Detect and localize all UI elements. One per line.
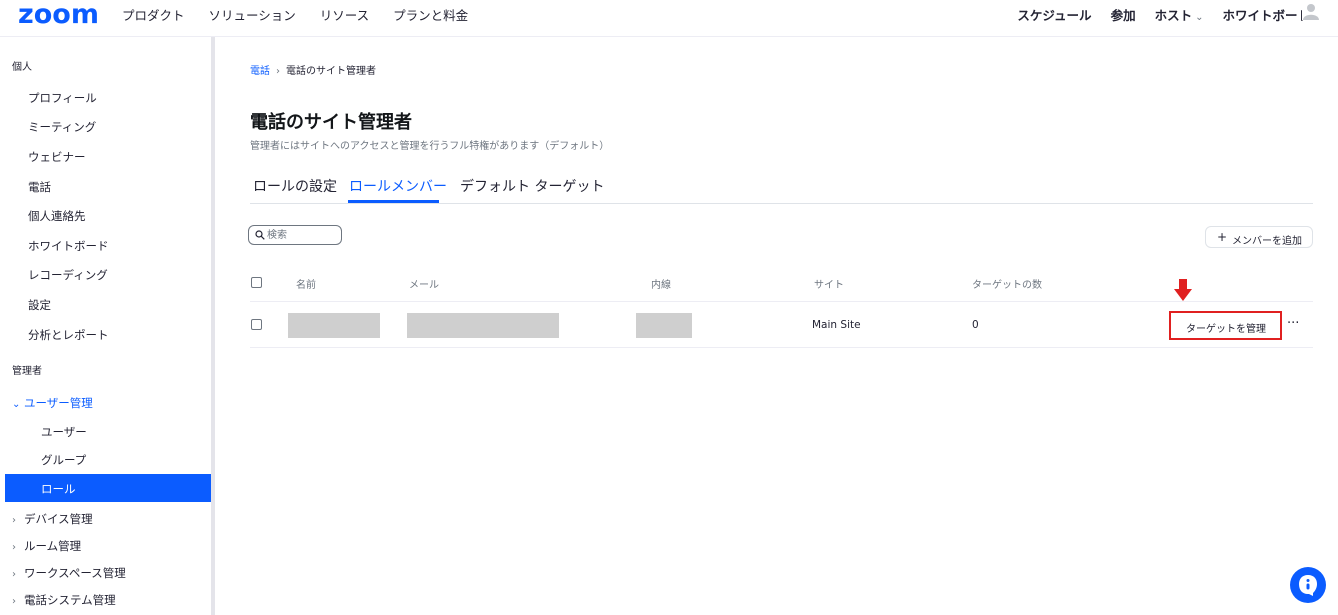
tab-role-settings[interactable]: ロールの設定	[253, 176, 337, 196]
add-member-button[interactable]: + メンバーを追加	[1205, 226, 1313, 248]
nav-host[interactable]: ホスト ⌄	[1155, 5, 1204, 24]
sidebar: 個人 プロフィール ミーティング ウェビナー 電話 個人連絡先 ホワイトボード …	[0, 37, 211, 615]
manage-targets-label: ターゲットを管理	[1186, 324, 1266, 335]
user-avatar-icon[interactable]	[1302, 2, 1320, 20]
tab-default-target[interactable]: デフォルト ターゲット	[460, 176, 604, 196]
zoom-logo[interactable]: zoom	[18, 0, 99, 30]
column-header-site[interactable]: サイト	[814, 276, 844, 291]
sidebar-heading-personal: 個人	[12, 62, 32, 73]
sidebar-item-phone[interactable]: 電話	[28, 179, 51, 195]
tab-bar: ロールの設定 ロールメンバー デフォルト ターゲット	[250, 176, 1313, 204]
sidebar-item-profile[interactable]: プロフィール	[28, 90, 97, 106]
sidebar-item-device-management-label: デバイス管理	[24, 512, 93, 526]
sidebar-item-webinars[interactable]: ウェビナー	[28, 149, 86, 165]
page-description: 管理者にはサイトへのアクセスと管理を行うフル特権があります（デフォルト）	[250, 141, 610, 152]
sidebar-item-device-management[interactable]: › デバイス管理	[12, 511, 93, 527]
breadcrumb-current: 電話のサイト管理者	[286, 66, 376, 77]
sidebar-item-user-management-label: ユーザー管理	[24, 396, 93, 410]
sidebar-scrollbar[interactable]	[211, 37, 215, 615]
sidebar-item-recordings[interactable]: レコーディング	[28, 267, 108, 283]
active-tab-indicator	[348, 200, 439, 203]
chevron-down-icon: ⌄	[1195, 12, 1204, 23]
page-title: 電話のサイト管理者	[250, 112, 412, 133]
chat-support-icon	[1299, 575, 1317, 596]
column-header-name[interactable]: 名前	[296, 276, 316, 291]
redacted-extension	[636, 313, 692, 338]
select-all-checkbox[interactable]	[251, 277, 262, 288]
chevron-right-icon: ›	[12, 596, 16, 607]
nav-solutions[interactable]: ソリューション	[209, 5, 296, 24]
sidebar-item-phone-system-management[interactable]: › 電話システム管理	[12, 592, 116, 608]
cell-target-count: 0	[972, 319, 979, 331]
search-box[interactable]	[248, 225, 342, 245]
chevron-right-icon: ›	[12, 542, 16, 553]
sidebar-item-users[interactable]: ユーザー	[41, 424, 87, 440]
secondary-nav: スケジュール 参加 ホスト ⌄ ホワイトボード	[998, 5, 1310, 24]
redacted-email	[407, 313, 559, 338]
nav-whiteboard[interactable]: ホワイトボード	[1222, 5, 1310, 24]
sidebar-item-meetings[interactable]: ミーティング	[28, 119, 96, 135]
cell-site: Main Site	[812, 319, 861, 331]
chevron-down-icon: ⌄	[12, 399, 21, 410]
sidebar-item-reports[interactable]: 分析とレポート	[28, 327, 109, 343]
nav-resources[interactable]: リソース	[320, 5, 369, 24]
sidebar-item-roles-label: ロール	[41, 482, 76, 496]
search-input[interactable]	[267, 227, 337, 243]
column-header-email[interactable]: メール	[409, 276, 439, 291]
tab-role-members[interactable]: ロールメンバー	[349, 176, 447, 196]
sidebar-item-workspace-management[interactable]: › ワークスペース管理	[12, 565, 126, 581]
chevron-right-icon: ›	[12, 569, 16, 580]
more-options-icon[interactable]: ···	[1287, 316, 1299, 331]
column-header-target-count[interactable]: ターゲットの数	[972, 276, 1042, 291]
sidebar-item-room-management[interactable]: › ルーム管理	[12, 538, 81, 554]
nav-products[interactable]: プロダクト	[122, 5, 185, 24]
sidebar-item-contacts[interactable]: 個人連絡先	[28, 208, 86, 224]
sidebar-item-settings[interactable]: 設定	[28, 297, 51, 313]
sidebar-item-workspace-management-label: ワークスペース管理	[24, 566, 126, 580]
sidebar-item-whiteboards[interactable]: ホワイトボード	[28, 238, 109, 254]
down-arrow-icon	[1174, 279, 1192, 301]
sidebar-heading-admin: 管理者	[12, 366, 42, 377]
table-row-divider	[250, 347, 1313, 348]
nav-pricing[interactable]: プランと料金	[393, 5, 468, 24]
chevron-right-icon: ›	[12, 515, 16, 526]
plus-icon: +	[1217, 230, 1228, 244]
sidebar-item-phone-system-management-label: 電話システム管理	[24, 593, 116, 607]
column-header-extension[interactable]: 内線	[651, 276, 671, 291]
chat-support-button[interactable]	[1290, 567, 1326, 603]
table-header-divider	[250, 301, 1313, 302]
search-icon	[255, 230, 265, 240]
breadcrumb-separator: ›	[276, 66, 280, 77]
sidebar-item-user-management[interactable]: ⌄ ユーザー管理	[12, 395, 93, 411]
sidebar-item-roles[interactable]: ロール	[5, 474, 211, 502]
manage-targets-button[interactable]: ターゲットを管理	[1169, 311, 1282, 340]
nav-schedule[interactable]: スケジュール	[1017, 5, 1091, 24]
row-checkbox[interactable]	[251, 319, 262, 330]
sidebar-item-room-management-label: ルーム管理	[24, 539, 82, 553]
breadcrumb-phone-link[interactable]: 電話	[250, 66, 270, 77]
breadcrumb: 電話 › 電話のサイト管理者	[250, 62, 376, 77]
redacted-name	[288, 313, 380, 338]
nav-join[interactable]: 参加	[1111, 5, 1136, 24]
top-navigation: zoom プロダクト ソリューション リソース プランと料金 スケジュール 参加…	[0, 0, 1338, 37]
primary-nav: プロダクト ソリューション リソース プランと料金	[122, 5, 492, 24]
add-member-label: メンバーを追加	[1232, 236, 1302, 247]
sidebar-item-groups[interactable]: グループ	[41, 452, 86, 468]
nav-host-label: ホスト	[1154, 8, 1193, 23]
